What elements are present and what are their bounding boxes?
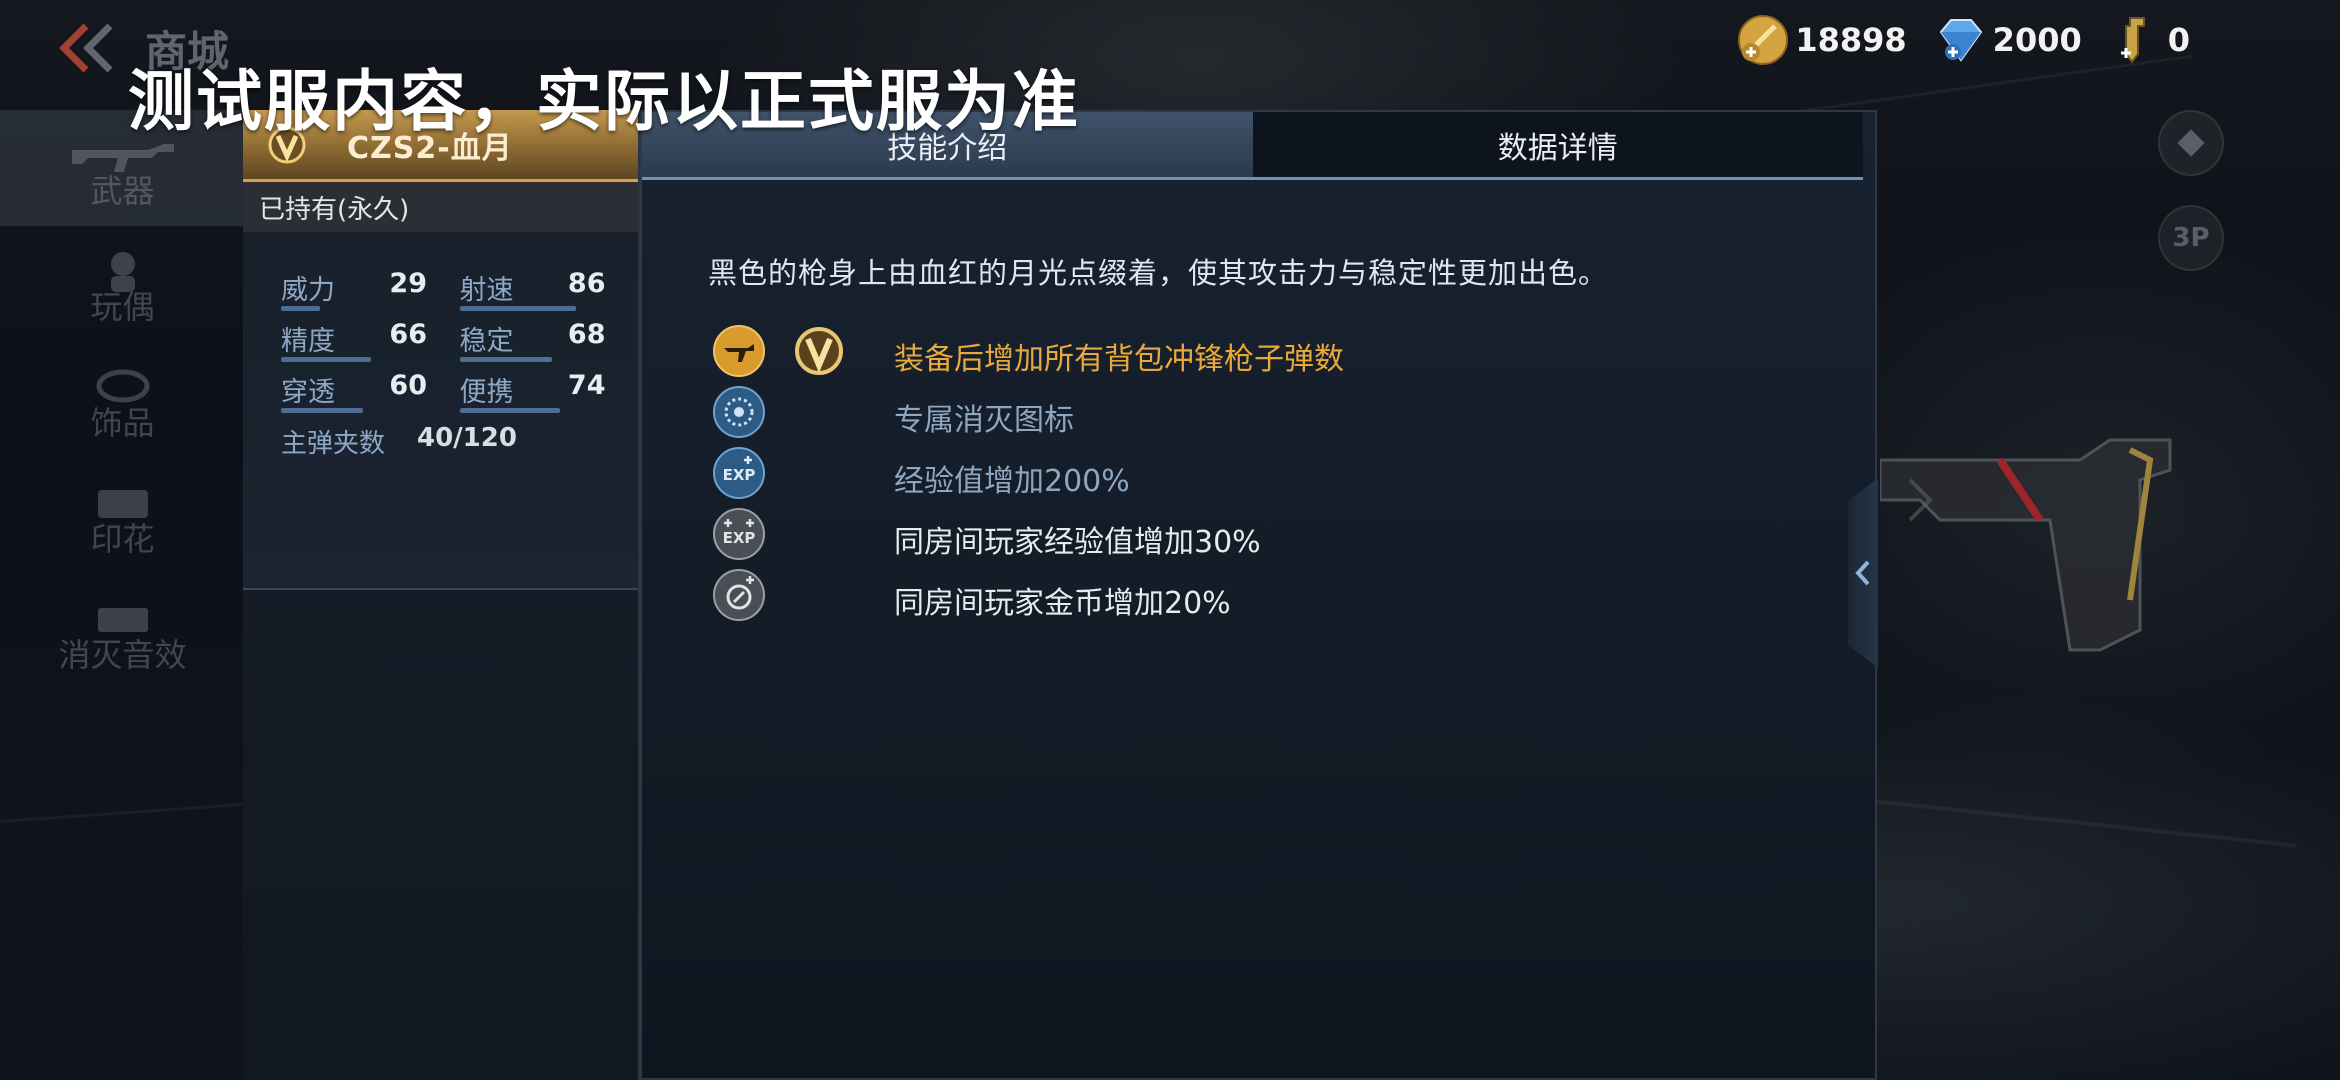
key-balance[interactable]: 0 xyxy=(2108,12,2190,68)
stat-value: 66 xyxy=(389,319,427,350)
currency-bar: 18898 2000 0 xyxy=(1735,12,2190,68)
sidebar-item-stickers[interactable]: 印花 xyxy=(0,458,245,574)
stat-penetration: 穿透 60 xyxy=(281,370,460,421)
skill-item: EXP 经验值增加200% xyxy=(712,444,1612,505)
gold-balance[interactable]: 18898 xyxy=(1735,12,1907,68)
tab-data-details[interactable]: 数据详情 xyxy=(1252,112,1863,177)
third-person-label: 3P xyxy=(2172,223,2210,253)
skill-item: 装备后增加所有背包冲锋枪子弹数 xyxy=(712,322,1612,383)
svg-text:EXP: EXP xyxy=(723,466,756,484)
stat-label: 射速 xyxy=(459,275,514,306)
stat-label: 便携 xyxy=(459,377,514,408)
diamond-dpad-icon xyxy=(2177,129,2205,157)
stat-value: 86 xyxy=(567,268,606,299)
stat-label: 稳定 xyxy=(459,326,514,357)
stat-bar xyxy=(281,306,321,311)
skill-item: 同房间玩家金币增加20% xyxy=(712,566,1612,627)
skill-item: EXP 同房间玩家经验值增加30% xyxy=(712,505,1612,566)
item-description: 黑色的枪身上由血红的月光点缀着，使其攻击力与稳定性更加出色。 xyxy=(708,256,1609,290)
stat-label: 精度 xyxy=(281,326,335,357)
sidebar-item-dolls[interactable]: 玩偶 xyxy=(0,226,245,342)
skill-text: 经验值增加200% xyxy=(894,464,1130,499)
ammo-value: 40/120 xyxy=(417,423,517,453)
gold-coin-icon xyxy=(1738,15,1789,65)
gold-amount: 18898 xyxy=(1795,21,1907,59)
stat-value: 60 xyxy=(389,370,427,401)
sticker-icon xyxy=(97,490,148,518)
smg-icon xyxy=(713,325,765,377)
stat-row: 穿透 60 便携 74 xyxy=(281,370,638,421)
ammo-row: 主弹夹数 40/120 xyxy=(281,423,638,460)
ammo-label: 主弹夹数 xyxy=(281,429,386,459)
stat-stability: 稳定 68 xyxy=(459,319,639,370)
diamond-balance[interactable]: 2000 xyxy=(1933,12,2082,68)
room-exp-icon: EXP xyxy=(713,508,765,560)
sidebar-item-accessories[interactable]: 饰品 xyxy=(0,342,245,458)
weapon-preview-model[interactable] xyxy=(1880,400,2180,660)
stat-row: 精度 66 稳定 68 xyxy=(281,319,638,370)
room-gold-icon xyxy=(713,569,765,621)
stat-bar xyxy=(281,357,371,362)
item-info-panel: CZS2-血月 已持有(永久) 威力 29 射速 86 精度 66 稳定 68 … xyxy=(243,110,640,1080)
stat-value: 74 xyxy=(567,370,606,401)
skill-text: 同房间玩家经验值增加30% xyxy=(894,525,1261,560)
stat-accuracy: 精度 66 xyxy=(281,319,460,370)
gamepad-button[interactable] xyxy=(2158,110,2224,176)
skill-text: 装备后增加所有背包冲锋枪子弹数 xyxy=(894,342,1344,377)
stat-bar xyxy=(459,306,577,311)
ownership-status: 已持有(永久) xyxy=(243,182,638,232)
third-person-view-button[interactable]: 3P xyxy=(2158,205,2224,271)
game-shop-screen: 商城 武器 玩偶 饰品 印花 消灭音效 18898 2000 0 3P CZS2… xyxy=(0,0,2340,1080)
stat-bar xyxy=(459,408,561,413)
stat-bar xyxy=(459,357,552,362)
doll-icon xyxy=(110,252,135,292)
diamond-amount: 2000 xyxy=(1992,21,2082,59)
exp-icon: EXP xyxy=(713,447,765,499)
sidebar-item-kill-sounds[interactable]: 消灭音效 xyxy=(0,574,245,690)
accessory-icon xyxy=(96,369,149,403)
stat-value: 29 xyxy=(389,268,427,299)
skill-text: 同房间玩家金币增加20% xyxy=(894,586,1231,621)
stat-portability: 便携 74 xyxy=(459,370,639,421)
stat-power: 威力 29 xyxy=(281,268,460,319)
kill-mark-icon xyxy=(713,386,765,438)
key-amount: 0 xyxy=(2167,21,2190,59)
detail-panel: 技能介绍 数据详情 黑色的枪身上由血红的月光点缀着，使其攻击力与稳定性更加出色。… xyxy=(640,110,1877,1080)
stat-bar xyxy=(281,408,363,413)
stats-box: 威力 29 射速 86 精度 66 稳定 68 穿透 60 便携 74 主弹夹数… xyxy=(243,232,638,590)
diamond-icon xyxy=(1939,19,1982,62)
stat-fire-rate: 射速 86 xyxy=(459,268,639,319)
skill-item: 专属消灭图标 xyxy=(712,383,1612,444)
test-server-watermark: 测试服内容，实际以正式服为准 xyxy=(128,63,1080,140)
back-button[interactable] xyxy=(52,18,122,78)
category-sidebar: 武器 玩偶 饰品 印花 消灭音效 xyxy=(0,110,245,1080)
double-chevron-left-icon xyxy=(59,23,113,73)
stat-value: 68 xyxy=(567,319,606,350)
stat-row: 威力 29 射速 86 xyxy=(281,268,638,319)
chevron-left-icon xyxy=(1855,560,1870,586)
v-rank-badge-icon xyxy=(795,327,843,375)
stat-label: 威力 xyxy=(281,275,335,306)
skill-text: 专属消灭图标 xyxy=(894,403,1074,438)
stat-label: 穿透 xyxy=(281,377,335,408)
sound-icon xyxy=(97,608,148,632)
skill-list: 装备后增加所有背包冲锋枪子弹数 专属消灭图标 EXP 经验值增加200% EXP… xyxy=(712,322,1612,627)
svg-text:EXP: EXP xyxy=(723,529,756,547)
key-icon xyxy=(2120,17,2145,64)
collapse-panel-button[interactable] xyxy=(1848,478,1878,668)
